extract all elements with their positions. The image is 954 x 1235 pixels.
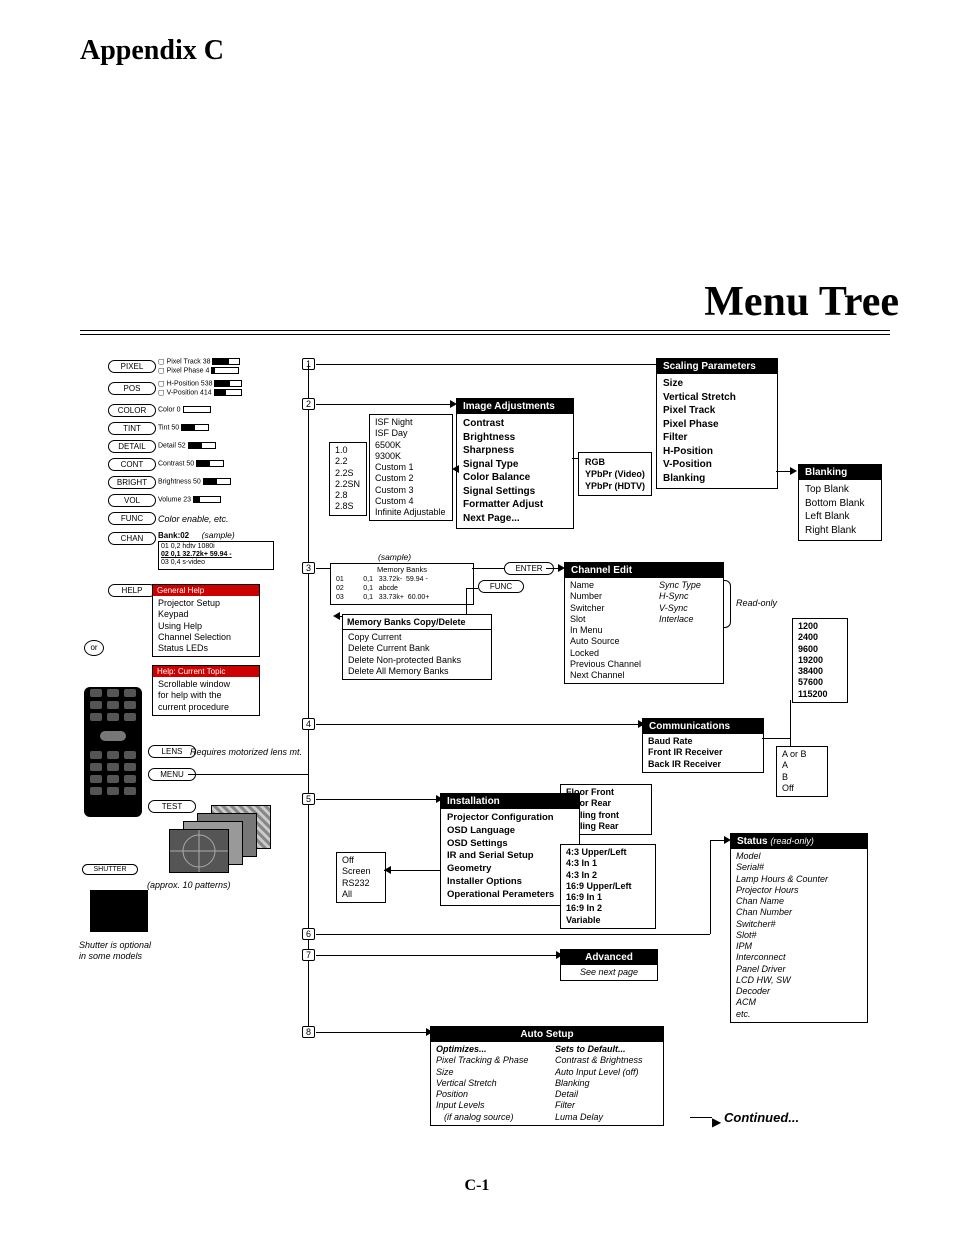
install-box: Installation Projector ConfigurationOSD … bbox=[440, 793, 580, 906]
key-lens: LENS bbox=[148, 745, 196, 758]
num-4: 4 bbox=[302, 718, 315, 730]
comms-box: Communications Baud RateFront IR Receive… bbox=[642, 718, 764, 773]
sigtype-box: RGBYPbPr (Video)YPbPr (HDTV) bbox=[578, 452, 652, 496]
page-number: C-1 bbox=[0, 1177, 954, 1195]
readout-bright: Brightness 50 bbox=[158, 478, 231, 487]
membanks-cd-box: Memory Banks Copy/Delete Copy CurrentDel… bbox=[342, 614, 492, 680]
num-6: 6 bbox=[302, 928, 315, 940]
menu-to-trunk bbox=[188, 774, 308, 775]
readout-pixel: ▢ Pixel Track 38 ▢ Pixel Phase 4 bbox=[158, 358, 240, 375]
test-note: (approx. 10 patterns) bbox=[147, 880, 231, 891]
key-func: FUNC bbox=[108, 512, 156, 525]
gamma-box: 1.02.22.2S 2.2SN2.82.8S bbox=[329, 442, 367, 516]
help-general-box: General Help Projector SetupKeypadUsing … bbox=[152, 584, 260, 657]
readout-vol: Volume 23 bbox=[158, 496, 221, 505]
readout-color: Color 0 bbox=[158, 406, 211, 415]
num-7: 7 bbox=[302, 949, 315, 961]
membanks-sample: Memory Banks 01 0,1 33.72k- 59.94 - 02 0… bbox=[330, 563, 474, 605]
test-pattern-stack bbox=[155, 805, 275, 885]
key-tint: TINT bbox=[108, 422, 156, 435]
num-3: 3 bbox=[302, 562, 315, 574]
aspect-box: 4:3 Upper/Left4:3 In 14:3 In 216:9 Upper… bbox=[560, 844, 656, 929]
key-pixel: PIXEL bbox=[108, 360, 156, 373]
geom-box: OffScreenRS232All bbox=[336, 852, 386, 903]
mem-sample-label: (sample) bbox=[378, 552, 411, 562]
arrow-icon: ▶ bbox=[712, 1115, 721, 1129]
autosetup-box: Auto Setup Optimizes... Pixel Tracking &… bbox=[430, 1026, 664, 1126]
readout-detail: Detail 52 bbox=[158, 442, 216, 451]
read-only-label: Read-only bbox=[736, 598, 777, 609]
shutter-icon bbox=[90, 890, 148, 932]
shutter-note: Shutter is optionalin some models bbox=[79, 940, 151, 962]
help-current-box: Help: Current Topic Scrollable windowfor… bbox=[152, 665, 260, 716]
irsel-box: A or BABOff bbox=[776, 746, 828, 797]
key-color: COLOR bbox=[108, 404, 156, 417]
rule-top bbox=[80, 330, 890, 331]
continued-line bbox=[690, 1117, 712, 1118]
readout-tint: Tint 50 bbox=[158, 424, 209, 433]
key-pos: POS bbox=[108, 382, 156, 395]
scaling-box: Scaling Parameters SizeVertical StretchP… bbox=[656, 358, 778, 489]
menu-trunk bbox=[308, 774, 309, 1032]
brace-readonly bbox=[724, 580, 731, 628]
readout-chan: Bank:02 (sample) 01 0,2 hdtv 1080i 02 0,… bbox=[158, 530, 274, 570]
chedit-box: Channel Edit NameNumberSwitcherSlot In M… bbox=[564, 562, 724, 684]
key-shutter: SHUTTER bbox=[82, 864, 138, 875]
status-box: Status (read-only) ModelSerial#Lamp Hour… bbox=[730, 833, 868, 1023]
page-title: Menu Tree bbox=[704, 278, 899, 326]
continued-label: Continued... bbox=[724, 1110, 799, 1125]
advanced-box: Advanced See next page bbox=[560, 949, 658, 981]
readout-cont: Contrast 50 bbox=[158, 460, 224, 469]
key-chan: CHAN bbox=[108, 532, 156, 545]
readout-func: Color enable, etc. bbox=[158, 514, 229, 525]
lens-note: Requires motorized lens mt. bbox=[190, 747, 302, 758]
readout-pos: ▢ H-Position 538 ▢ V-Position 414 bbox=[158, 380, 242, 397]
blanking-box: Blanking Top BlankBottom BlankLeft Blank… bbox=[798, 464, 882, 541]
key-help: HELP bbox=[108, 584, 156, 597]
num-8: 8 bbox=[302, 1026, 315, 1038]
imgadj-box: Image Adjustments ContrastBrightnessShar… bbox=[456, 398, 574, 529]
baud-box: 12002400960019200 3840057600115200 bbox=[792, 618, 848, 703]
num-5: 5 bbox=[302, 793, 315, 805]
key-cont: CONT bbox=[108, 458, 156, 471]
key-vol: VOL bbox=[108, 494, 156, 507]
rule-top2 bbox=[80, 334, 890, 335]
or-label: or bbox=[84, 640, 104, 656]
isf-box: ISF NightISF Day6500K9300K Custom 1Custo… bbox=[369, 414, 453, 521]
num-2: 2 bbox=[302, 398, 315, 410]
key-detail: DETAIL bbox=[108, 440, 156, 453]
key-bright: BRIGHT bbox=[108, 476, 156, 489]
remote-icon bbox=[84, 687, 142, 817]
appendix-label: Appendix C bbox=[80, 35, 224, 67]
key-func2: FUNC bbox=[478, 580, 524, 593]
